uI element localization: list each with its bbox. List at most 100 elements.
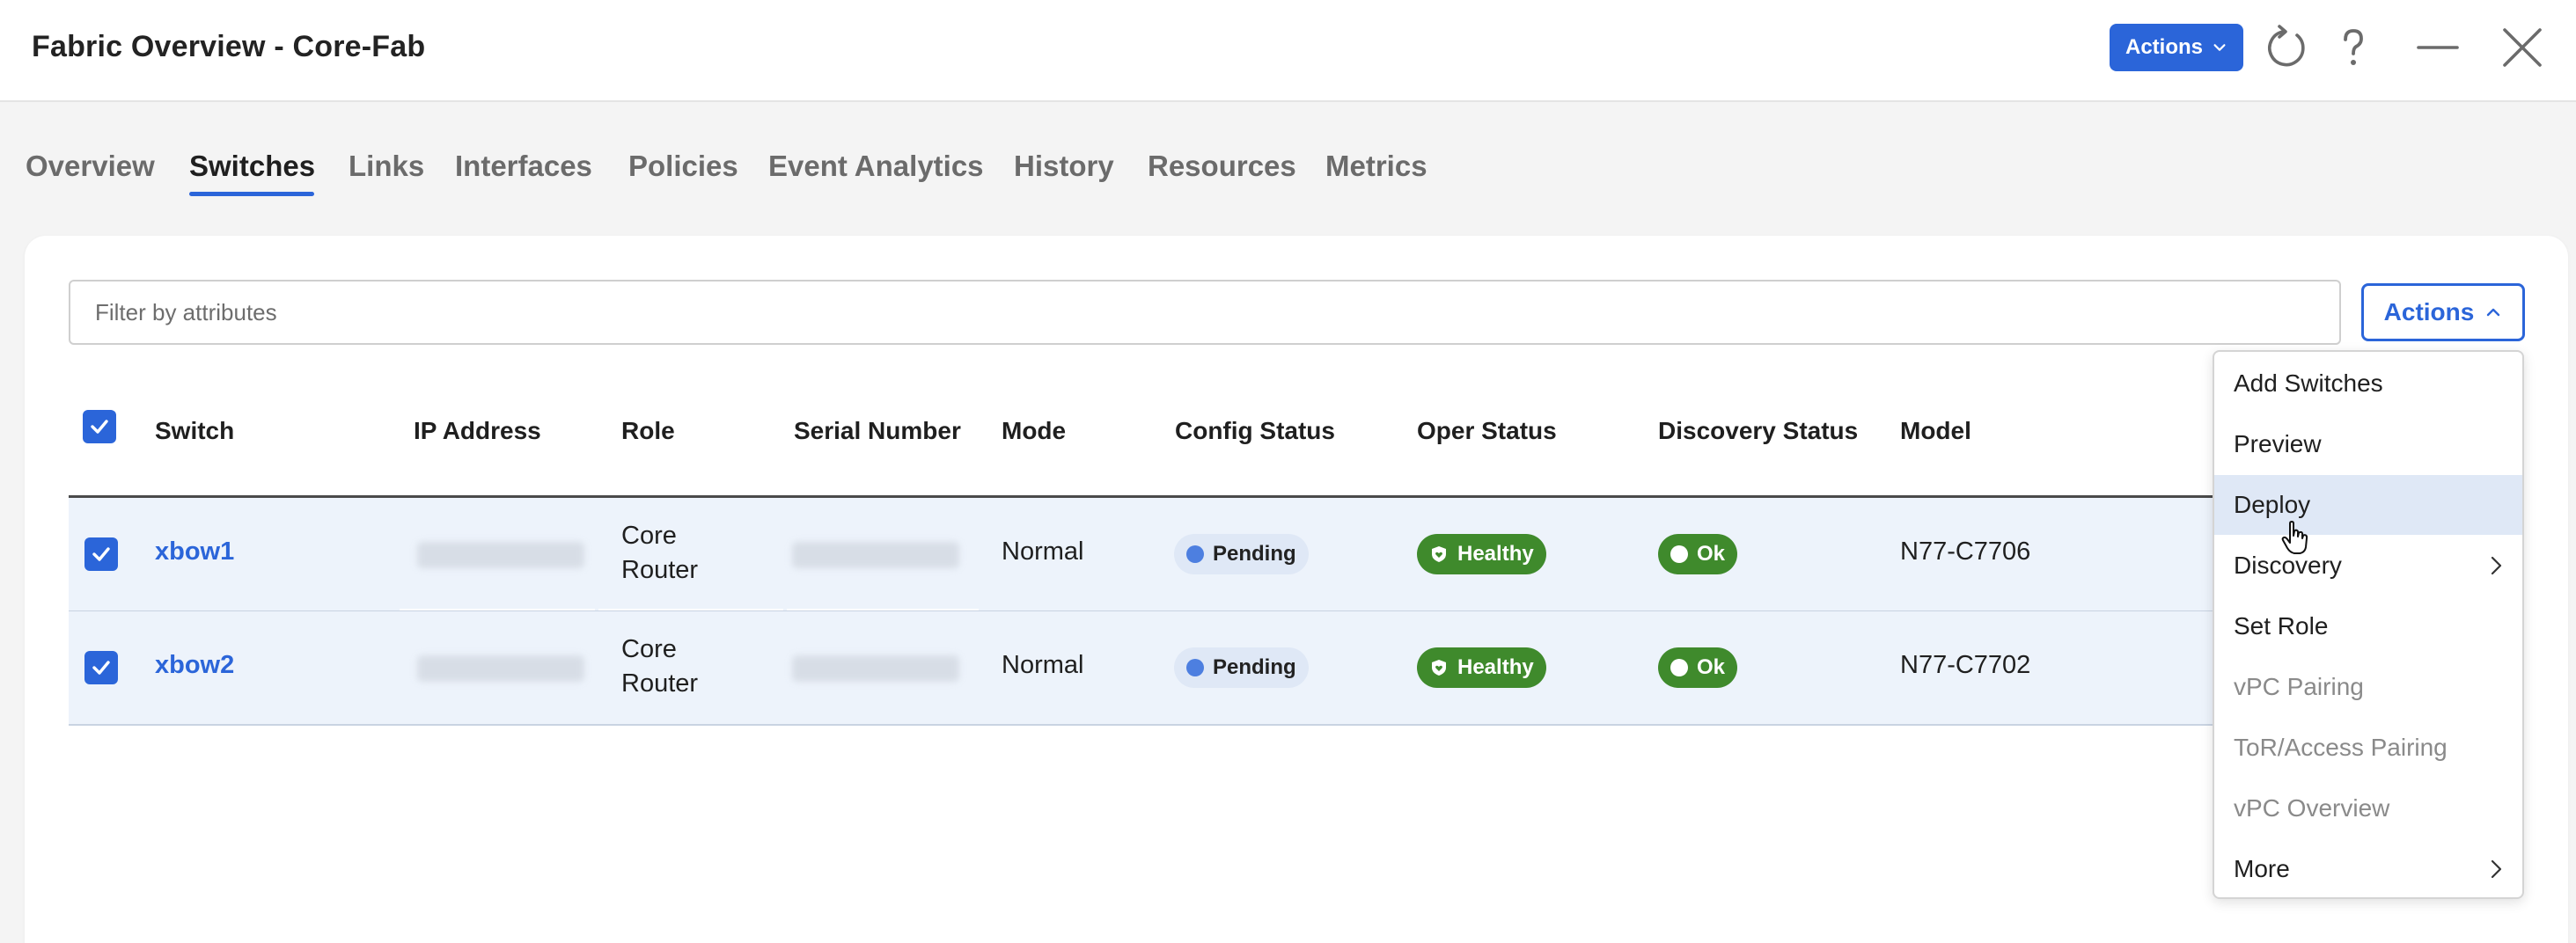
help-button[interactable] bbox=[2327, 21, 2380, 74]
tab-resources[interactable]: Resources bbox=[1148, 150, 1296, 183]
actions-label: Actions bbox=[2383, 298, 2475, 325]
menu-item-label: vPC Pairing bbox=[2234, 673, 2364, 700]
column-header-serial-number[interactable]: Serial Number bbox=[794, 417, 961, 445]
table-row[interactable]: xbow2 Core Router Normal Pending Healthy… bbox=[69, 611, 2216, 724]
config-status-label: Pending bbox=[1213, 655, 1296, 679]
role-cell: Core Router bbox=[621, 635, 699, 698]
model-cell: N77-C7706 bbox=[1900, 537, 2031, 566]
select-all-checkbox[interactable] bbox=[83, 410, 116, 443]
checkmark-icon bbox=[92, 661, 110, 675]
mode-cell: Normal bbox=[1002, 537, 1084, 566]
oper-status-badge: Healthy bbox=[1417, 534, 1546, 574]
tab-interfaces[interactable]: Interfaces bbox=[455, 150, 592, 183]
tab-policies[interactable]: Policies bbox=[628, 150, 738, 183]
menu-item-label: ToR/Access Pairing bbox=[2234, 734, 2448, 761]
column-header-discovery-status[interactable]: Discovery Status bbox=[1658, 417, 1858, 445]
cell-divider bbox=[787, 609, 979, 610]
menu-item-label: Deploy bbox=[2234, 491, 2311, 518]
column-header-config-status[interactable]: Config Status bbox=[1175, 417, 1335, 445]
tab-switches[interactable]: Switches bbox=[189, 150, 315, 183]
menu-item-label: Preview bbox=[2234, 430, 2322, 457]
menu-item-more[interactable]: More bbox=[2214, 839, 2522, 899]
page-title: Fabric Overview - Core-Fab bbox=[32, 30, 426, 63]
hand-pointer-cursor-icon bbox=[2281, 521, 2308, 554]
column-header-oper-status[interactable]: Oper Status bbox=[1417, 417, 1557, 445]
tab-links[interactable]: Links bbox=[349, 150, 424, 183]
table-bottom-divider bbox=[69, 724, 2216, 726]
menu-item-vpc-overview: vPC Overview bbox=[2214, 779, 2522, 838]
discovery-status-badge: Ok bbox=[1658, 534, 1738, 574]
oper-status-badge: Healthy bbox=[1417, 647, 1546, 688]
chevron-down-icon bbox=[2213, 44, 2226, 51]
header-actions-label: Actions bbox=[2125, 35, 2203, 59]
minimize-button[interactable] bbox=[2411, 21, 2464, 74]
menu-item-label: Add Switches bbox=[2234, 369, 2383, 397]
column-header-ip-address[interactable]: IP Address bbox=[414, 417, 541, 445]
header-actions-button[interactable]: Actions bbox=[2110, 24, 2243, 71]
menu-item-deploy[interactable]: Deploy bbox=[2214, 475, 2522, 535]
column-header-role[interactable]: Role bbox=[621, 417, 675, 445]
chevron-right-icon bbox=[2491, 556, 2502, 575]
column-header-switch[interactable]: Switch bbox=[155, 417, 234, 445]
redacted-ip-address bbox=[417, 655, 584, 682]
cell-divider bbox=[400, 609, 595, 610]
window-header: Fabric Overview - Core-Fab Actions bbox=[0, 0, 2576, 102]
config-status-label: Pending bbox=[1213, 542, 1296, 566]
row-checkbox[interactable] bbox=[84, 537, 118, 571]
minimize-icon bbox=[2417, 46, 2459, 49]
refresh-button[interactable] bbox=[2260, 21, 2313, 74]
config-status-badge: Pending bbox=[1174, 647, 1309, 688]
oper-status-label: Healthy bbox=[1457, 655, 1534, 679]
menu-item-preview[interactable]: Preview bbox=[2214, 414, 2522, 474]
tab-history[interactable]: History bbox=[1014, 150, 1114, 183]
discovery-status-label: Ok bbox=[1697, 542, 1726, 566]
menu-item-set-role[interactable]: Set Role bbox=[2214, 596, 2522, 656]
redacted-serial-number bbox=[792, 542, 959, 568]
column-header-model[interactable]: Model bbox=[1900, 417, 1971, 445]
role-cell: Core Router bbox=[621, 522, 699, 584]
menu-item-discovery[interactable]: Discovery bbox=[2214, 536, 2522, 596]
menu-item-label: vPC Overview bbox=[2234, 794, 2390, 822]
menu-item-label: Set Role bbox=[2234, 612, 2329, 640]
checkmark-icon bbox=[91, 420, 108, 434]
close-icon bbox=[2503, 28, 2542, 67]
column-header-mode[interactable]: Mode bbox=[1002, 417, 1066, 445]
chevron-up-icon bbox=[2487, 308, 2500, 317]
menu-item-add-switches[interactable]: Add Switches bbox=[2214, 354, 2522, 413]
mode-cell: Normal bbox=[1002, 651, 1084, 679]
menu-item-tor-access-pairing: ToR/Access Pairing bbox=[2214, 718, 2522, 778]
redacted-ip-address bbox=[417, 542, 584, 568]
model-cell: N77-C7702 bbox=[1900, 651, 2031, 679]
tab-overview[interactable]: Overview bbox=[26, 150, 155, 183]
oper-status-label: Healthy bbox=[1457, 542, 1534, 566]
tab-event-analytics[interactable]: Event Analytics bbox=[768, 150, 984, 183]
switch-name-link[interactable]: xbow1 bbox=[155, 537, 234, 567]
redacted-serial-number bbox=[792, 655, 959, 682]
table-header: Switch IP Address Role Serial Number Mod… bbox=[69, 369, 2216, 496]
active-tab-indicator bbox=[189, 192, 314, 196]
actions-dropdown-button[interactable]: Actions bbox=[2361, 283, 2525, 341]
tab-bar: Overview Switches Links Interfaces Polic… bbox=[0, 102, 2576, 234]
menu-item-vpc-pairing: vPC Pairing bbox=[2214, 657, 2522, 717]
menu-item-label: More bbox=[2234, 855, 2290, 882]
actions-menu: Add Switches Preview Deploy Discovery Se… bbox=[2213, 350, 2524, 899]
ok-dot-icon bbox=[1670, 545, 1688, 563]
table-row[interactable]: xbow1 Core Router Normal Pending Healthy… bbox=[69, 498, 2216, 610]
row-checkbox[interactable] bbox=[84, 651, 118, 684]
refresh-icon bbox=[2268, 25, 2305, 67]
close-button[interactable] bbox=[2496, 21, 2549, 74]
tab-metrics[interactable]: Metrics bbox=[1325, 150, 1427, 183]
help-icon bbox=[2344, 29, 2363, 65]
discovery-status-badge: Ok bbox=[1658, 647, 1738, 688]
switch-name-link[interactable]: xbow2 bbox=[155, 651, 234, 680]
checkmark-icon bbox=[92, 547, 110, 561]
shield-heart-icon bbox=[1432, 660, 1446, 676]
config-status-badge: Pending bbox=[1174, 534, 1309, 574]
pending-dot-icon bbox=[1186, 545, 1204, 563]
shield-heart-icon bbox=[1432, 546, 1446, 562]
discovery-status-label: Ok bbox=[1697, 655, 1726, 679]
filter-input[interactable] bbox=[69, 280, 2341, 345]
cell-divider bbox=[598, 609, 783, 610]
chevron-right-icon bbox=[2491, 859, 2502, 879]
ok-dot-icon bbox=[1670, 659, 1688, 676]
